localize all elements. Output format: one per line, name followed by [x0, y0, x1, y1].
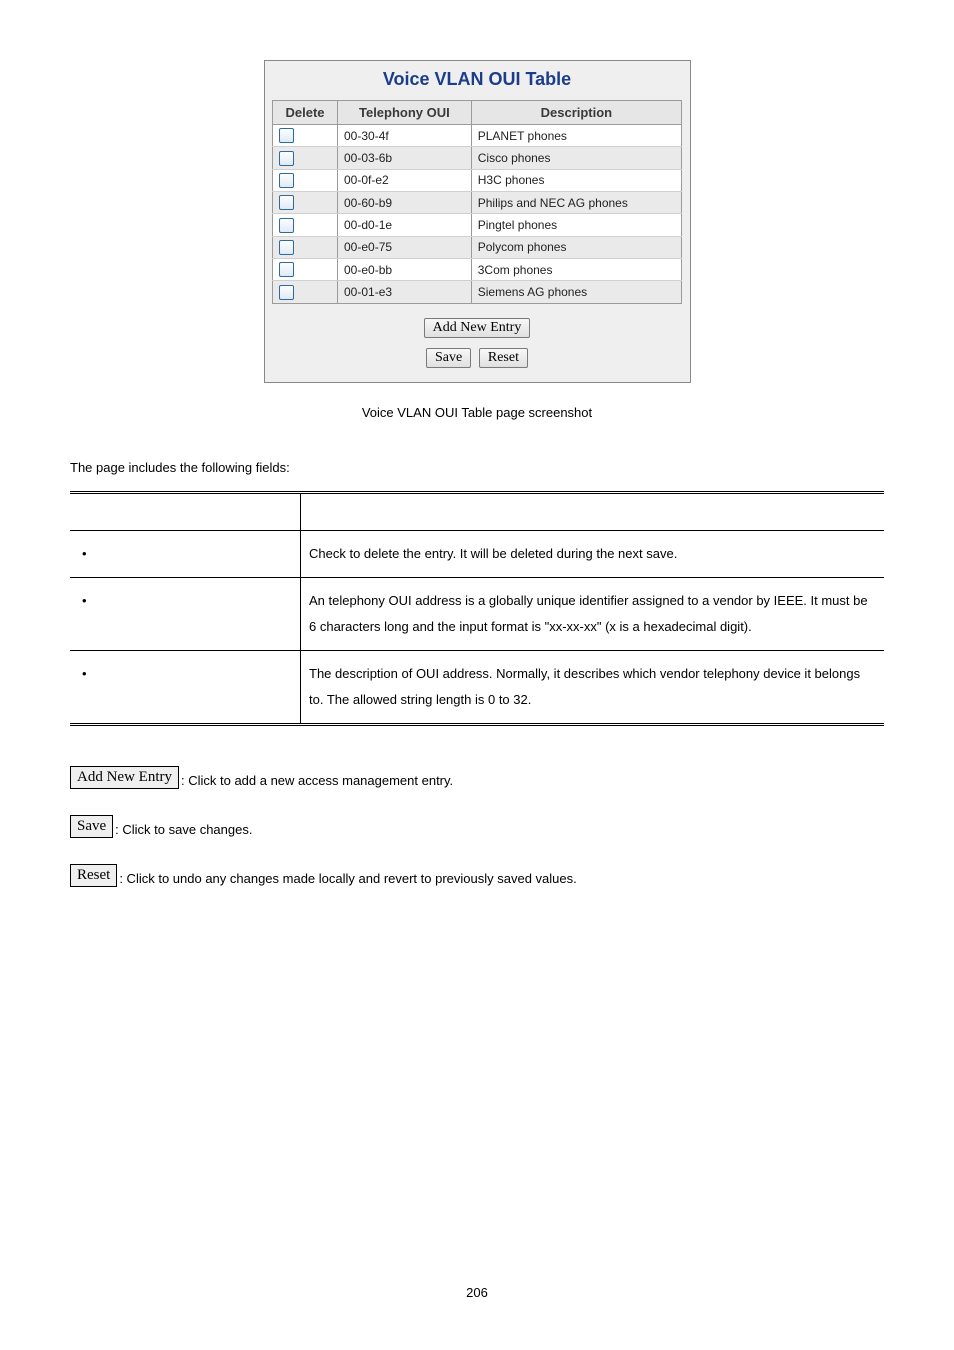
oui-panel-buttons: Add New Entry Save Reset: [265, 304, 690, 368]
field-object-label: [96, 666, 97, 681]
oui-screenshot-figure: Voice VLAN OUI Table Delete Telephony OU…: [70, 60, 884, 383]
buttons-help-entry: Reset : Click to undo any changes made l…: [70, 864, 884, 887]
save-button[interactable]: Save: [426, 348, 471, 368]
oui-col-telephony-oui: Telephony OUI: [338, 101, 472, 125]
oui-cell: 00-d0-1e: [338, 214, 472, 236]
table-row: 00-01-e3 Siemens AG phones: [273, 281, 682, 303]
fields-row: The description of OUI address. Normally…: [70, 650, 884, 724]
figure-caption: Voice VLAN OUI Table page screenshot: [70, 405, 884, 420]
table-row: 00-d0-1e Pingtel phones: [273, 214, 682, 236]
reset-button[interactable]: Reset: [479, 348, 528, 368]
intro-text: The page includes the following fields:: [70, 460, 884, 475]
desc-cell: Cisco phones: [471, 147, 681, 169]
table-row: 00-30-4f PLANET phones: [273, 125, 682, 147]
desc-cell: 3Com phones: [471, 258, 681, 280]
field-object-label: [96, 546, 97, 561]
delete-checkbox[interactable]: [279, 240, 294, 255]
delete-checkbox[interactable]: [279, 262, 294, 277]
delete-checkbox[interactable]: [279, 151, 294, 166]
oui-col-delete: Delete: [273, 101, 338, 125]
fields-row: Check to delete the entry. It will be de…: [70, 530, 884, 577]
save-button-image: Save: [70, 815, 113, 838]
delete-checkbox[interactable]: [279, 173, 294, 188]
delete-checkbox[interactable]: [279, 128, 294, 143]
oui-table: Delete Telephony OUI Description 00-30-4…: [272, 100, 682, 304]
oui-cell: 00-e0-75: [338, 236, 472, 258]
oui-cell: 00-30-4f: [338, 125, 472, 147]
oui-cell: 00-0f-e2: [338, 169, 472, 191]
oui-col-description: Description: [471, 101, 681, 125]
fields-table: Check to delete the entry. It will be de…: [70, 491, 884, 726]
reset-button-image: Reset: [70, 864, 117, 887]
delete-checkbox[interactable]: [279, 218, 294, 233]
delete-checkbox[interactable]: [279, 195, 294, 210]
fields-row: An telephony OUI address is a globally u…: [70, 577, 884, 650]
oui-cell: 00-e0-bb: [338, 258, 472, 280]
desc-cell: Pingtel phones: [471, 214, 681, 236]
field-description: Check to delete the entry. It will be de…: [301, 530, 885, 577]
desc-cell: PLANET phones: [471, 125, 681, 147]
table-row: 00-e0-bb 3Com phones: [273, 258, 682, 280]
table-row: 00-0f-e2 H3C phones: [273, 169, 682, 191]
add-new-entry-help-text: : Click to add a new access management e…: [181, 773, 453, 789]
table-row: 00-60-b9 Philips and NEC AG phones: [273, 191, 682, 213]
desc-cell: Siemens AG phones: [471, 281, 681, 303]
field-description: The description of OUI address. Normally…: [301, 650, 885, 724]
table-row: 00-03-6b Cisco phones: [273, 147, 682, 169]
table-row: 00-e0-75 Polycom phones: [273, 236, 682, 258]
page-number: 206: [0, 1285, 954, 1300]
save-help-text: : Click to save changes.: [115, 822, 252, 838]
field-description: An telephony OUI address is a globally u…: [301, 577, 885, 650]
delete-checkbox[interactable]: [279, 285, 294, 300]
fields-header-description: [301, 492, 885, 530]
buttons-help-entry: Save : Click to save changes.: [70, 815, 884, 838]
oui-cell: 00-60-b9: [338, 191, 472, 213]
reset-help-text: : Click to undo any changes made locally…: [119, 871, 576, 887]
fields-header-object: [70, 492, 301, 530]
add-new-entry-button-image: Add New Entry: [70, 766, 179, 789]
desc-cell: H3C phones: [471, 169, 681, 191]
add-new-entry-button[interactable]: Add New Entry: [424, 318, 531, 338]
field-object-label: [96, 593, 97, 608]
oui-panel: Voice VLAN OUI Table Delete Telephony OU…: [264, 60, 691, 383]
oui-cell: 00-03-6b: [338, 147, 472, 169]
oui-cell: 00-01-e3: [338, 281, 472, 303]
buttons-help-entry: Add New Entry : Click to add a new acces…: [70, 766, 884, 789]
desc-cell: Polycom phones: [471, 236, 681, 258]
oui-panel-title: Voice VLAN OUI Table: [265, 63, 690, 100]
buttons-help-section: Add New Entry : Click to add a new acces…: [70, 766, 884, 887]
desc-cell: Philips and NEC AG phones: [471, 191, 681, 213]
